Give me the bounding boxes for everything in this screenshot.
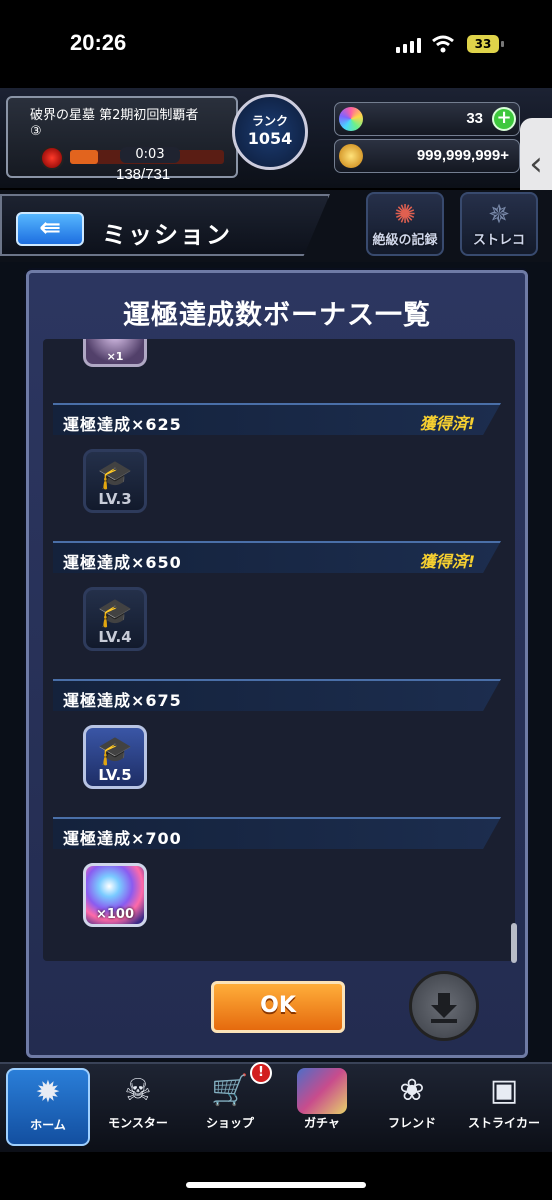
reward-quantity: ×1 [106, 350, 124, 363]
bonus-row-header: 運極達成×675 [53, 679, 501, 711]
status-bar: 20:26 33 [0, 0, 552, 88]
orb-reward-icon: ×1 [83, 339, 147, 367]
monster-icon: ☠ [124, 1073, 152, 1108]
wifi-icon [432, 35, 454, 53]
rank-value: 1054 [247, 129, 293, 148]
navigation-bar: ⇚ ミッション ✺ 絶級の記録 ✵ ストレコ [0, 190, 552, 262]
bottom-tab-bar: ✹ ホーム ☠ モンスター 🛒 ショップ ! ガチャ ❀ フレンド ▣ ストライ… [0, 1062, 552, 1152]
gold-coin-icon [339, 144, 363, 168]
orb-counter[interactable]: 33 + [334, 102, 520, 136]
game-header: 破界の星墓 第2期初回制覇者 ③ 0:03 138/731 ランク 1054 3… [0, 88, 552, 188]
graduation-cap-icon: 🎓 [97, 458, 133, 491]
reward-level: LV.5 [98, 766, 132, 784]
orb-count: 33 [466, 110, 483, 127]
home-indicator[interactable] [186, 1182, 366, 1188]
claimed-label: 獲得済! [419, 552, 475, 571]
mission-banner: ⇚ ミッション [0, 194, 330, 256]
sutoreko-button[interactable]: ✵ ストレコ [460, 192, 538, 256]
bonus-row-header: 運極達成×625 獲得済! [53, 403, 501, 435]
tab-friend[interactable]: ❀ フレンド [370, 1068, 454, 1146]
claimed-label: 獲得済! [419, 414, 475, 433]
battery-icon: 33 [467, 35, 504, 53]
tab-monster[interactable]: ☠ モンスター [96, 1068, 180, 1146]
dialog-title: 運極達成数ボーナス一覧 [123, 300, 431, 331]
bonus-threshold: 運極達成×625 [63, 415, 182, 434]
reward-quantity: ×100 [95, 907, 135, 922]
tab-label: フレンド [387, 1116, 436, 1130]
zekkyo-record-button[interactable]: ✺ 絶級の記録 [366, 192, 444, 256]
gold-count: 999,999,999+ [416, 147, 509, 164]
back-button[interactable]: ⇚ [16, 212, 84, 246]
stamina-timer: 0:03 [120, 147, 180, 163]
download-icon [431, 993, 457, 1023]
tab-home[interactable]: ✹ ホーム [6, 1068, 90, 1146]
striker-card-icon: ▣ [489, 1073, 519, 1108]
tab-label: ガチャ [304, 1116, 340, 1130]
tab-label: ショップ [205, 1116, 254, 1130]
orb-reward-icon: ×100 [83, 863, 147, 927]
player-info-panel[interactable]: 破界の星墓 第2期初回制覇者 ③ 0:03 138/731 [6, 96, 238, 183]
graduation-cap-icon: 🎓 [97, 734, 133, 767]
lv-up-reward-icon: 🎓 LV.4 [83, 587, 147, 651]
shop-notification-badge: ! [250, 1062, 272, 1084]
tab-label: モンスター [108, 1116, 168, 1130]
ok-button[interactable]: OK [211, 981, 345, 1033]
page-title: ミッション [102, 221, 232, 249]
lv-up-reward-icon: 🎓 LV.3 [83, 449, 147, 513]
gacha-icon [297, 1068, 347, 1114]
tab-label: ストライカー [467, 1116, 540, 1130]
bonus-row-header: 運極達成×650 獲得済! [53, 541, 501, 573]
gold-counter: 999,999,999+ [334, 139, 520, 173]
tab-striker[interactable]: ▣ ストライカー [462, 1068, 546, 1146]
bonus-threshold: 運極達成×675 [63, 691, 182, 710]
player-title: 破界の星墓 第2期初回制覇者 [30, 108, 199, 123]
reward-level: LV.4 [98, 628, 132, 646]
stamina-value: 138/731 [116, 166, 171, 183]
lv-up-reward-icon: 🎓 LV.5 [83, 725, 147, 789]
add-orbs-button[interactable]: + [492, 107, 516, 131]
bonus-row-header: 運極達成×700 [53, 817, 501, 849]
bonus-list-dialog: 運極達成数ボーナス一覧 ×1 運極達成×625 獲得済! 🎓 LV.3 運極達成… [26, 270, 528, 1058]
download-button[interactable] [409, 971, 479, 1041]
rank-badge[interactable]: ランク 1054 [232, 94, 308, 170]
clock: 20:26 [70, 30, 127, 55]
bonus-threshold: 運極達成×650 [63, 553, 182, 572]
bonus-threshold: 運極達成×700 [63, 829, 182, 848]
spiral-icon: ✺ [394, 200, 416, 230]
sutoreko-label: ストレコ [472, 233, 525, 248]
reward-level: LV.3 [98, 490, 132, 508]
player-number: ③ [30, 124, 42, 139]
rank-label: ランク [251, 114, 288, 128]
signal-icon [396, 38, 421, 53]
bonus-list[interactable]: ×1 運極達成×625 獲得済! 🎓 LV.3 運極達成×650 獲得済! 🎓 … [43, 339, 515, 961]
orb-icon [339, 107, 363, 131]
graduation-cap-icon: 🎓 [97, 596, 133, 629]
tab-gacha[interactable]: ガチャ [280, 1068, 364, 1146]
tab-label: ホーム [30, 1118, 66, 1132]
friends-icon: ❀ [399, 1073, 425, 1108]
list-scrollbar[interactable] [511, 343, 517, 963]
zekkyo-label: 絶級の記録 [372, 233, 438, 248]
stamina-icon [40, 146, 64, 170]
web-icon: ✵ [488, 200, 510, 230]
home-icon: ✹ [35, 1075, 61, 1110]
